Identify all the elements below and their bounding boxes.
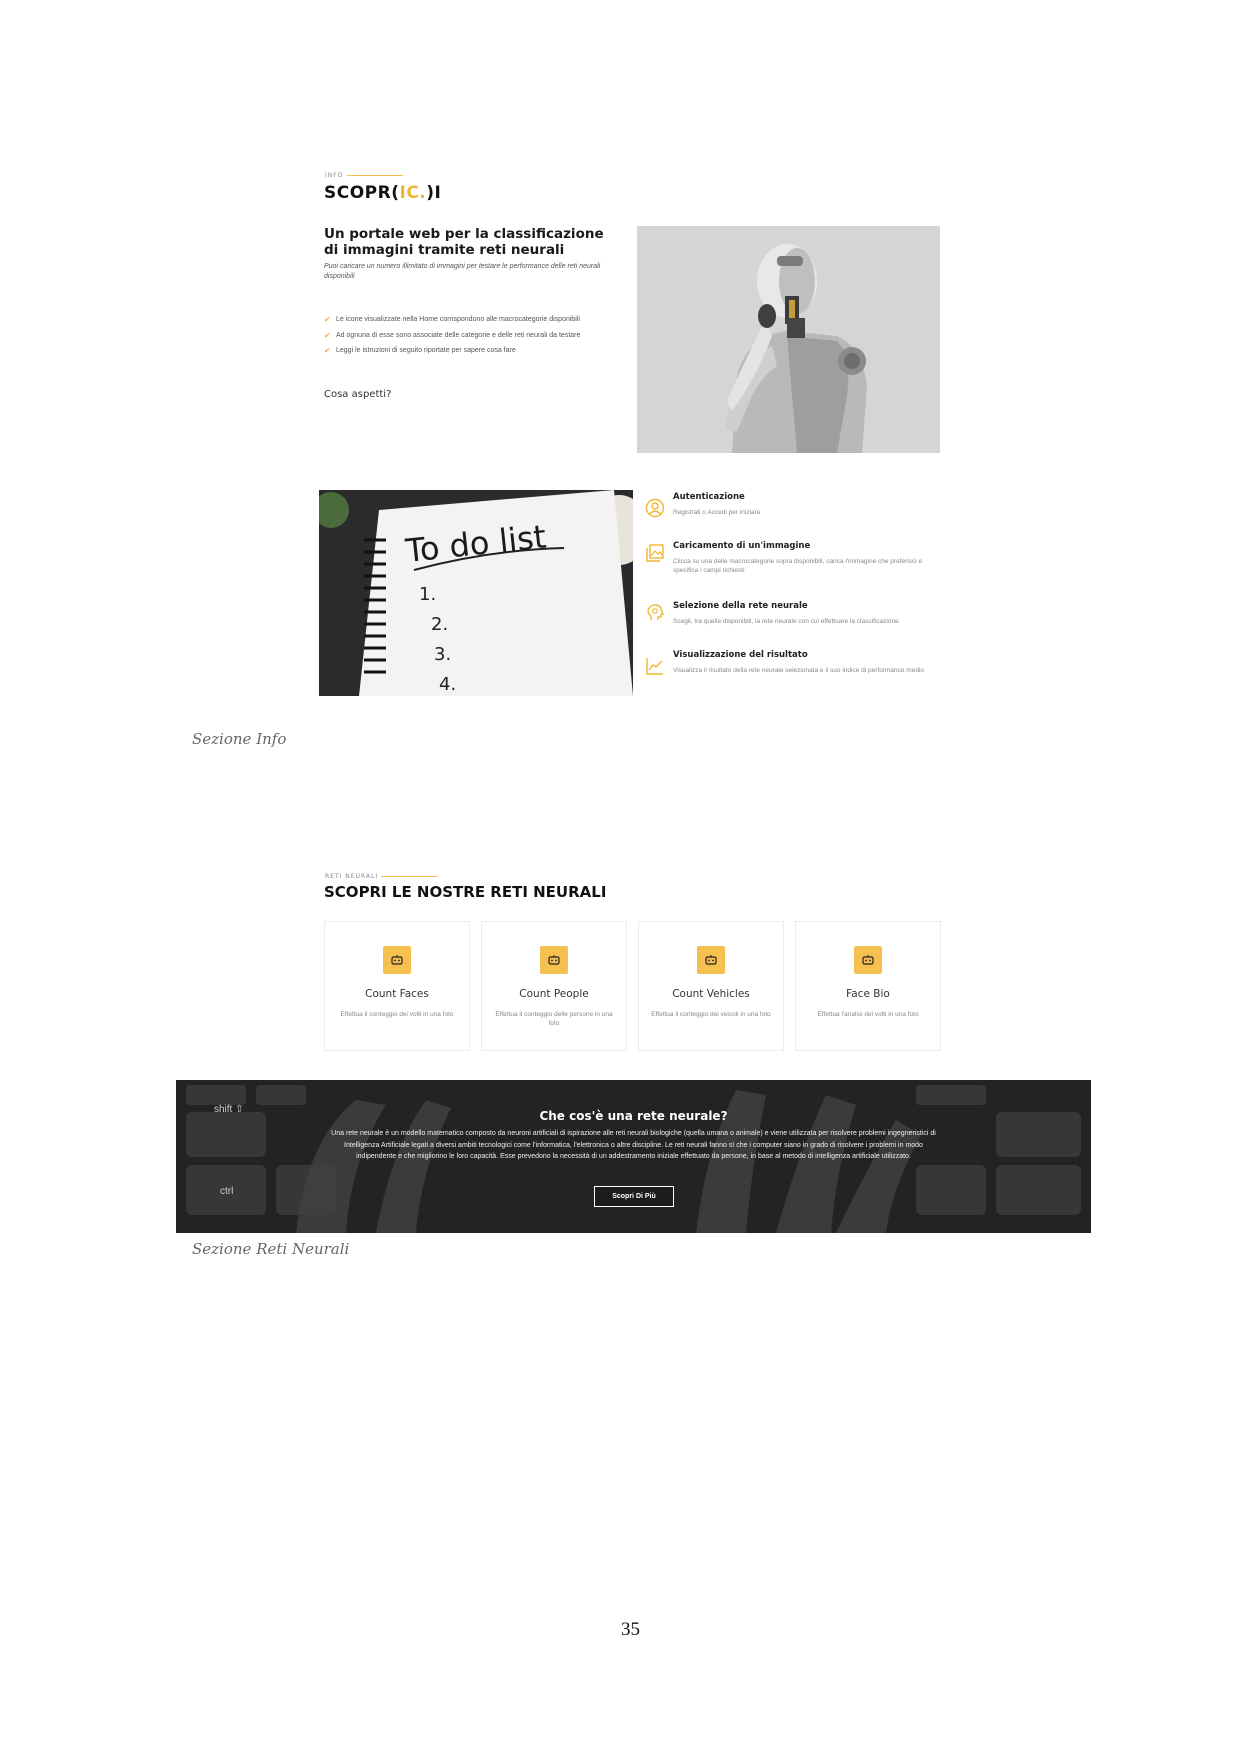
robot-icon xyxy=(697,946,725,974)
brain-bulb-icon xyxy=(647,604,665,620)
line-chart-icon xyxy=(646,658,663,675)
checklist-item: ✔ Le icone visualizzate nella Home corris… xyxy=(324,315,580,325)
check-icon: ✔ xyxy=(324,315,331,325)
brand-accent: IC. xyxy=(399,183,427,203)
brand-prefix: SCOPR( xyxy=(324,183,400,203)
step-desc: Visualizza il risultato della rete neura… xyxy=(673,667,924,674)
networks-eyebrow: RETI NEURALI xyxy=(325,873,379,880)
card-title: Count Faces xyxy=(365,988,429,1000)
neural-network-banner: shift ⇧ ctrl Che cos'è una rete neurale?… xyxy=(176,1080,1091,1233)
card-desc: Effettua il conteggio dei veicoli in una… xyxy=(651,1011,771,1018)
todo-list-illustration: To do list 1. 2. 3. 4. xyxy=(319,490,633,696)
checklist-item: ✔ Ad ognuna di esse sono associate delle … xyxy=(324,330,581,340)
card-desc: Effettua il conteggio delle persone in u… xyxy=(495,1011,613,1027)
step-desc: Registrati o Accedi per iniziare xyxy=(673,509,761,516)
banner-text: Una rete neurale è un modello matematico… xyxy=(331,1130,936,1160)
info-headline: Un portale web per la classificazione di… xyxy=(324,226,604,258)
info-subtitle: Puoi caricare un numero illimitato di im… xyxy=(324,263,601,280)
robot-icon xyxy=(540,946,568,974)
step-title: Selezione della rete neurale xyxy=(673,601,808,611)
step-desc: Clicca su una delle macrocategorie sopra… xyxy=(673,558,923,574)
networks-caption: Sezione Reti Neurali xyxy=(192,1240,350,1258)
card-desc: Effettua l'analisi dei volti in una foto xyxy=(817,1011,919,1018)
discover-more-button[interactable]: Scopri Di Più xyxy=(594,1186,674,1207)
robot-icon xyxy=(854,946,882,974)
card-title: Count Vehicles xyxy=(672,988,750,1000)
todo-number: 4. xyxy=(439,674,456,695)
networks-title: SCOPRI LE NOSTRE RETI NEURALI xyxy=(324,883,607,901)
todo-number: 1. xyxy=(419,584,436,605)
brand-suffix: )I xyxy=(426,183,442,203)
check-icon: ✔ xyxy=(324,330,331,340)
check-icon: ✔ xyxy=(324,346,331,356)
user-circle-icon xyxy=(645,498,665,518)
page-number: 35 xyxy=(621,1619,640,1640)
todo-number: 3. xyxy=(434,644,451,665)
info-eyebrow: INFO xyxy=(325,172,344,179)
step-title: Autenticazione xyxy=(673,492,745,502)
card-title: Count People xyxy=(519,988,589,1000)
step-desc: Scegli, tra quelle disponibili, la rete … xyxy=(673,618,899,625)
info-caption: Sezione Info xyxy=(192,730,287,748)
step-title: Caricamento di un'immagine xyxy=(673,541,811,551)
todo-list-photo: To do list 1. 2. 3. 4. xyxy=(319,490,633,696)
checklist-item: ✔ Leggi le istruzioni di seguito riportat… xyxy=(324,346,516,356)
info-checklist: ✔ Le icone visualizzate nella Home corris… xyxy=(324,312,624,359)
network-card-count-vehicles[interactable]: Count Vehicles Effettua il conteggio dei… xyxy=(638,921,784,1051)
network-card-count-people[interactable]: Count People Effettua il conteggio delle… xyxy=(481,921,627,1051)
todo-number: 2. xyxy=(431,614,448,635)
robot-photo xyxy=(637,226,940,453)
eyebrow-divider xyxy=(381,876,437,877)
network-card-count-faces[interactable]: Count Faces Effettua il conteggio dei vo… xyxy=(324,921,470,1051)
image-upload-icon xyxy=(646,544,664,562)
robot-icon xyxy=(383,946,411,974)
robot-illustration xyxy=(637,226,940,453)
banner-title: Che cos'è una rete neurale? xyxy=(539,1109,728,1123)
eyebrow-divider xyxy=(347,175,403,176)
brand-logo: SCOPR(IC.)I xyxy=(324,183,441,203)
card-desc: Effettua il conteggio dei volti in una f… xyxy=(340,1011,454,1018)
step-title: Visualizzazione del risultato xyxy=(673,650,808,660)
network-card-face-bio[interactable]: Face Bio Effettua l'analisi dei volti in… xyxy=(795,921,941,1051)
ctrl-key-label: ctrl xyxy=(220,1186,234,1197)
card-title: Face Bio xyxy=(846,988,890,1000)
info-question: Cosa aspetti? xyxy=(324,389,392,400)
